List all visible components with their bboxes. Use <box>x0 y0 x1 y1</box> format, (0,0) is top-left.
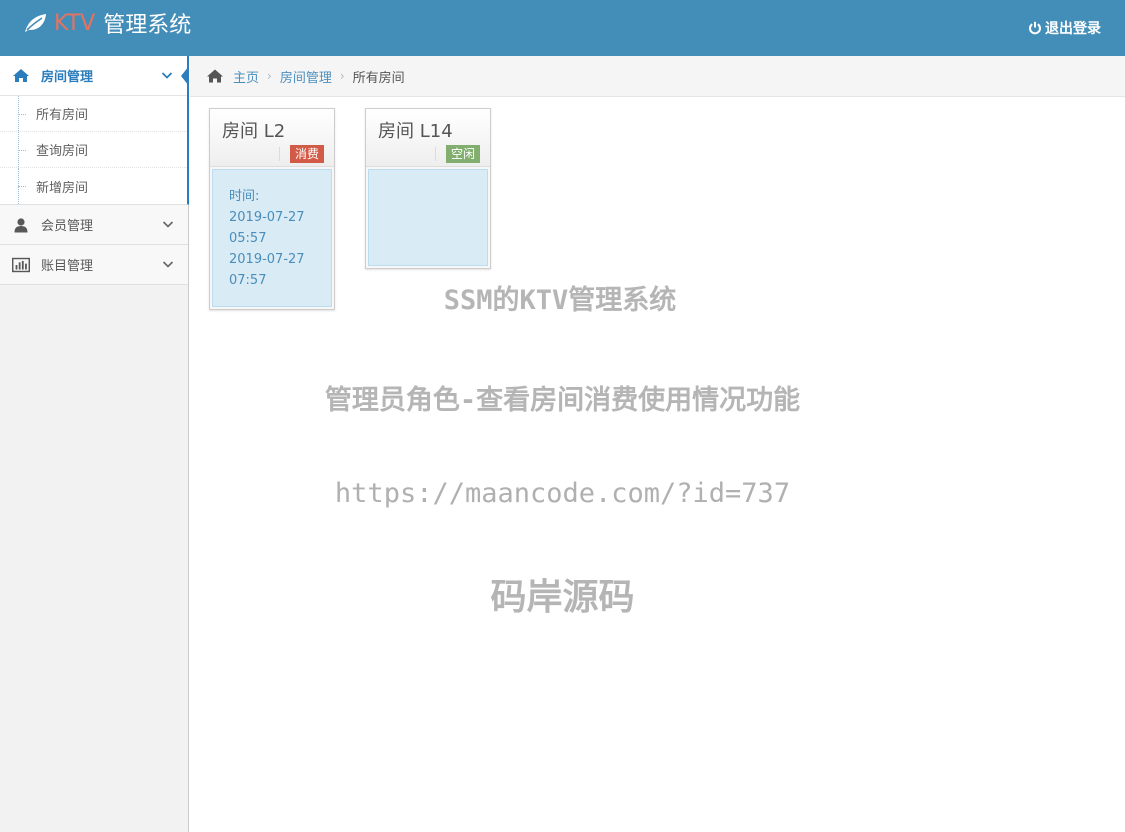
chevron-down-icon <box>162 261 174 268</box>
sidebar-group-accounts: 账目管理 <box>0 245 188 285</box>
submenu-rooms: 所有房间 查询房间 新增房间 <box>0 95 187 204</box>
end-date: 2019-07-27 <box>229 252 305 267</box>
watermark-line: 码岸源码 <box>490 577 635 618</box>
chevron-right-icon: › <box>267 69 272 83</box>
logout-button[interactable]: 退出登录 <box>1028 18 1101 38</box>
user-icon <box>12 217 30 233</box>
start-time: 05:57 <box>229 231 267 246</box>
brand-title: 管理系统 <box>103 13 192 38</box>
time-label: 时间: <box>229 189 260 204</box>
sidebar-item-label: 查询房间 <box>36 144 89 159</box>
status-badge: 空闲 <box>445 145 480 163</box>
start-date: 2019-07-27 <box>229 210 305 225</box>
room-card-header: 房间 L2 消费 <box>210 109 334 167</box>
active-pointer <box>181 66 189 86</box>
brand[interactable]: KTV 管理系统 <box>22 8 191 38</box>
watermark-line: 管理员角色-查看房间消费使用情况功能 <box>324 385 801 416</box>
sidebar-group-label: 会员管理 <box>41 219 94 234</box>
room-card-header: 房间 L14 空闲 <box>366 109 490 167</box>
leaf-icon <box>25 14 46 32</box>
watermark-line: SSM的KTV管理系统 <box>443 285 677 316</box>
home-icon <box>207 69 223 83</box>
sidebar-item-members[interactable]: 会员管理 <box>0 205 188 244</box>
top-navbar: KTV 管理系统 退出登录 <box>0 0 1125 56</box>
chevron-right-icon: › <box>339 69 345 83</box>
sidebar-item-all-rooms[interactable]: 所有房间 <box>0 96 187 132</box>
status-badge: 消费 <box>289 145 324 163</box>
room-title: 房间 L14 <box>378 121 453 142</box>
sidebar-group-rooms: 房间管理 所有房间 查询房间 新增房间 <box>0 56 189 205</box>
chevron-down-icon <box>161 72 173 79</box>
bar-chart-icon <box>12 257 30 273</box>
sidebar-item-rooms[interactable]: 房间管理 <box>0 56 187 95</box>
end-time: 07:57 <box>229 273 267 288</box>
brand-prefix: KTV <box>54 10 96 36</box>
room-card-body <box>368 169 488 266</box>
power-icon <box>1029 21 1041 35</box>
divider <box>278 147 280 161</box>
divider <box>434 147 436 161</box>
room-card[interactable]: 房间 L2 消费 时间: 2019-07-27 05:57 2019-07-27… <box>209 108 335 310</box>
sidebar-item-search-rooms[interactable]: 查询房间 <box>0 132 187 168</box>
chevron-down-icon <box>162 221 174 228</box>
sidebar-group-label: 房间管理 <box>41 70 94 85</box>
sidebar-group-members: 会员管理 <box>0 205 188 245</box>
breadcrumb-current: 所有房间 <box>352 70 405 86</box>
logout-label: 退出登录 <box>1045 21 1101 37</box>
home-icon <box>12 68 30 84</box>
watermark-line: https://maancode.com/?id=737 <box>334 478 791 509</box>
breadcrumb-section-link[interactable]: 房间管理 <box>280 67 332 86</box>
sidebar-item-accounts[interactable]: 账目管理 <box>0 245 188 284</box>
breadcrumb: 主页 › 房间管理 › 所有房间 <box>190 56 1125 97</box>
room-title: 房间 L2 <box>222 121 286 142</box>
room-card-body: 时间: 2019-07-27 05:57 2019-07-27 07:57 <box>212 169 332 307</box>
room-card[interactable]: 房间 L14 空闲 <box>365 108 491 269</box>
sidebar-item-label: 所有房间 <box>36 108 89 123</box>
sidebar-item-add-room[interactable]: 新增房间 <box>0 168 187 204</box>
sidebar-item-label: 新增房间 <box>36 180 89 196</box>
sidebar-group-label: 账目管理 <box>41 259 94 274</box>
sidebar: 房间管理 所有房间 查询房间 新增房间 会员管理 账目管理 <box>0 56 189 832</box>
breadcrumb-home-link[interactable]: 主页 <box>233 67 259 86</box>
